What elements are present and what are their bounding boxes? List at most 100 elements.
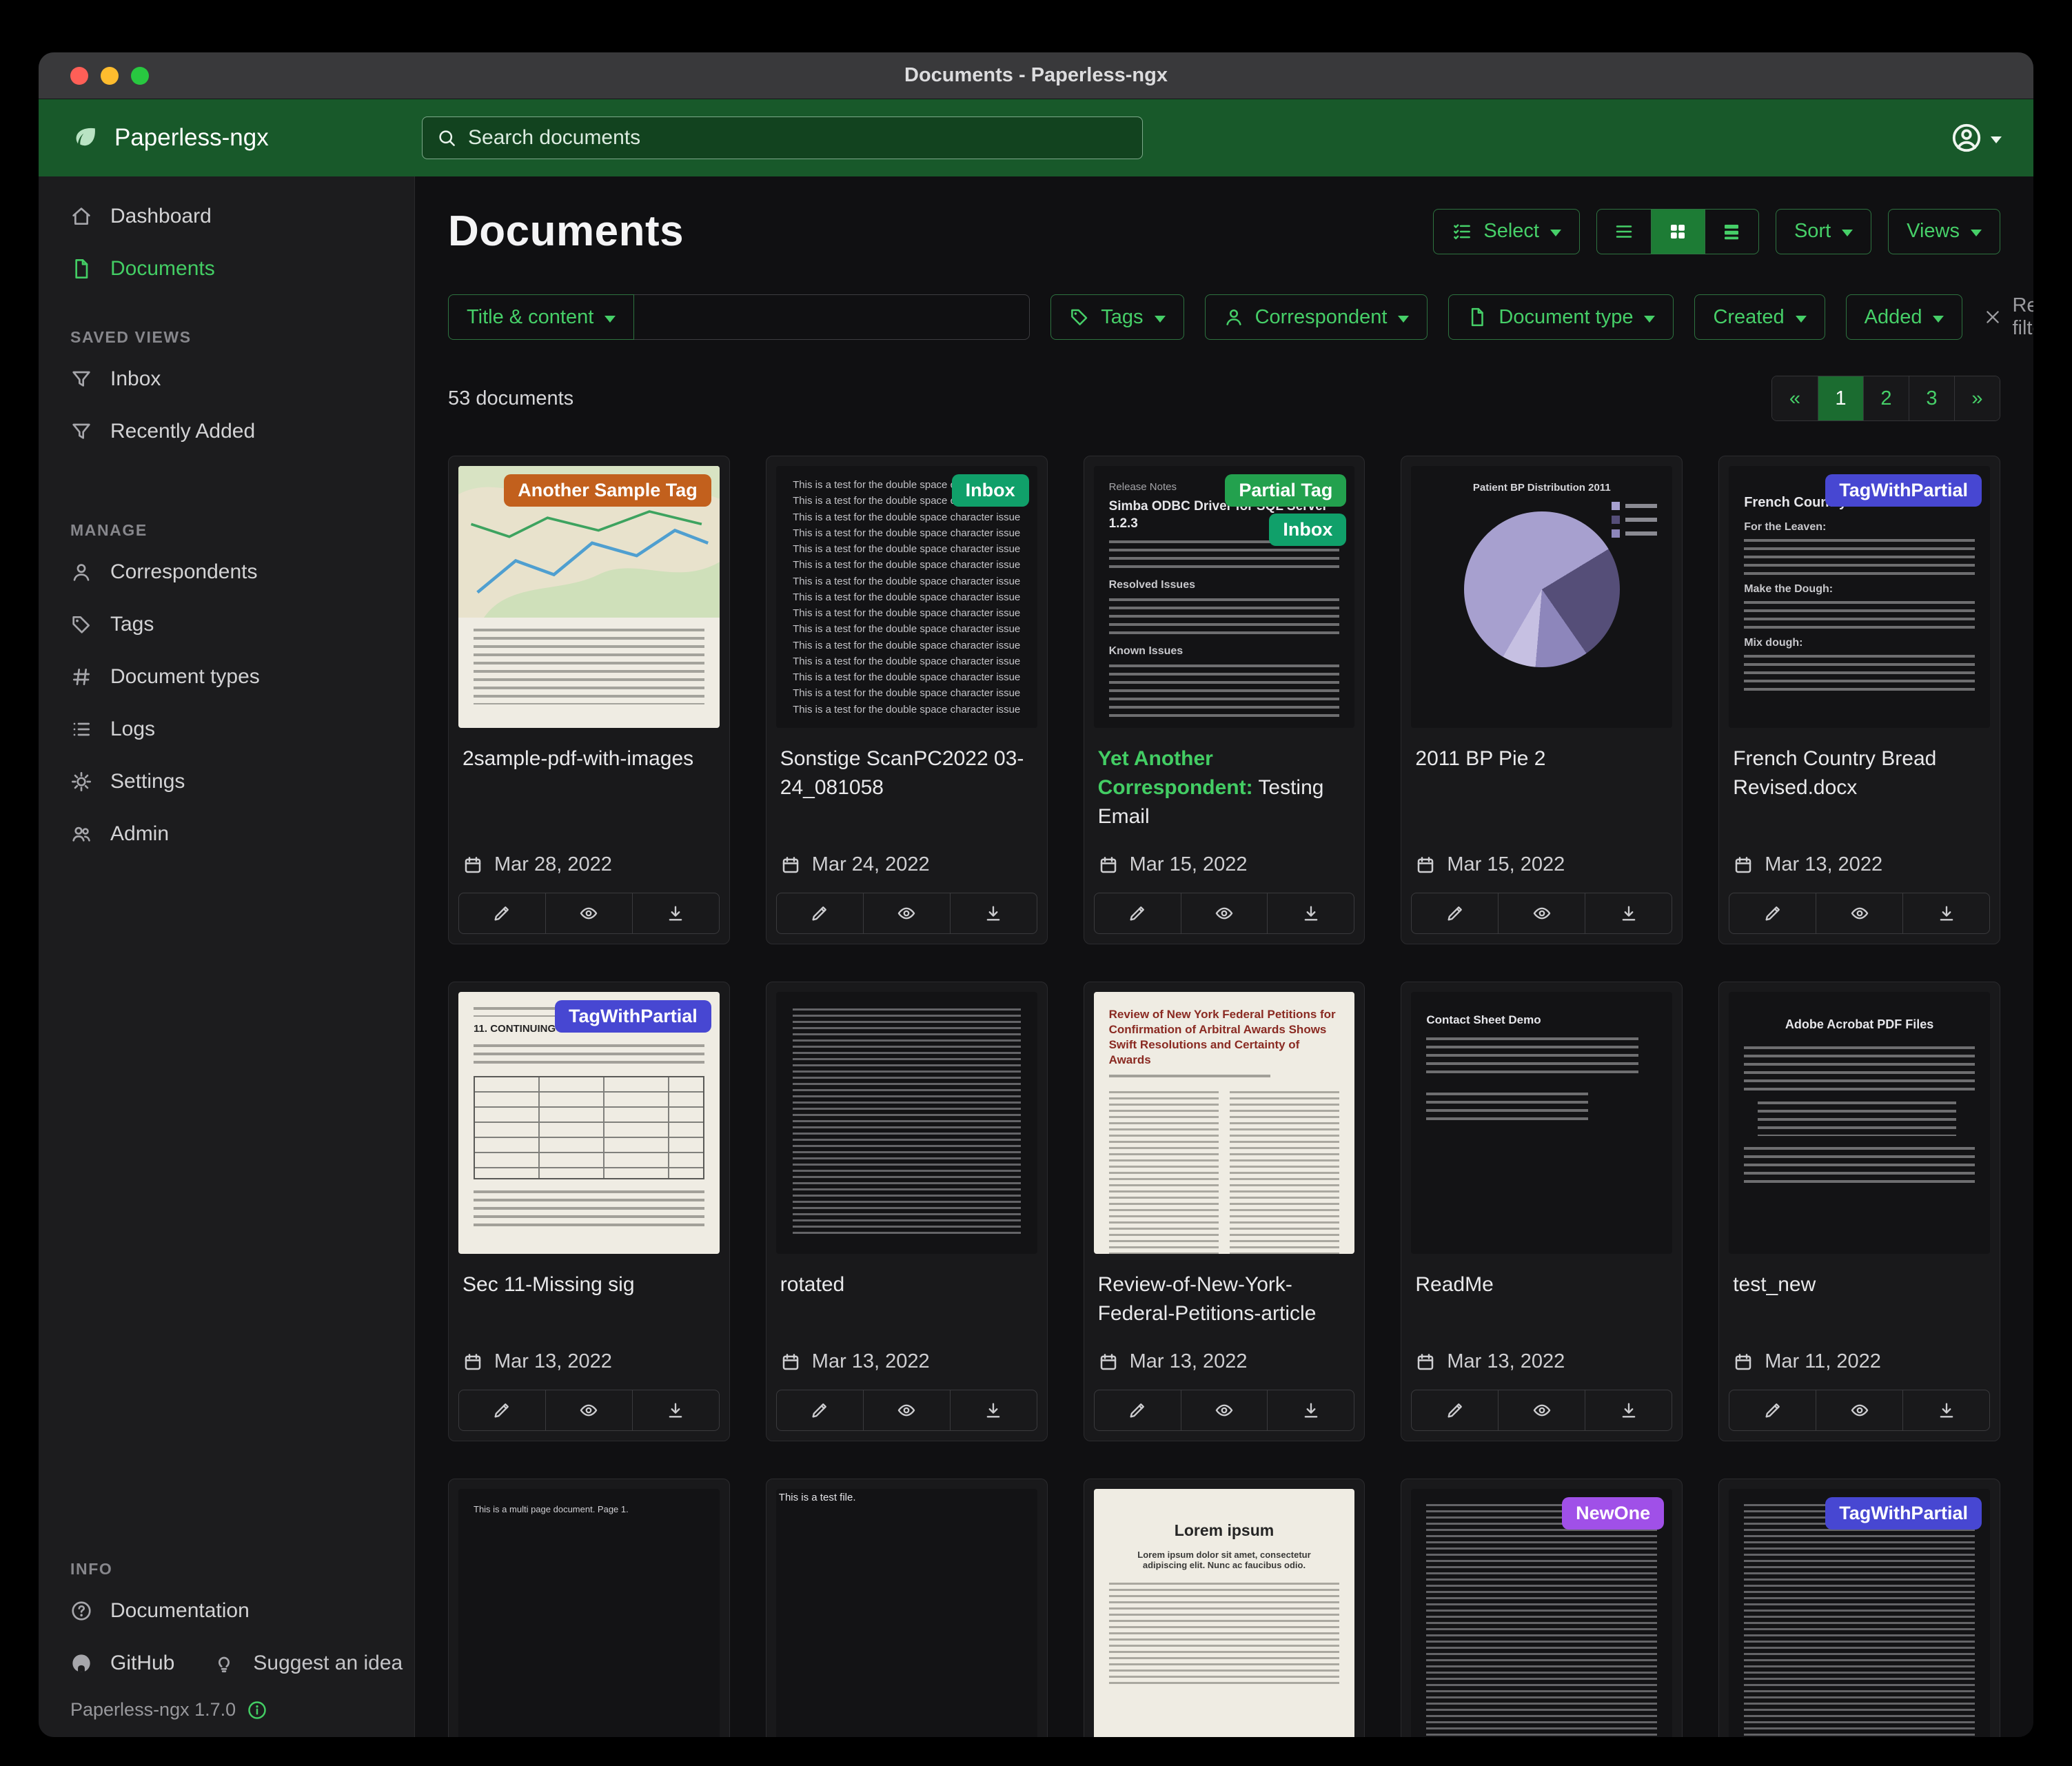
brand[interactable]: Paperless-ngx (39, 123, 415, 153)
document-thumbnail[interactable]: TagWithPartial (1729, 1489, 1990, 1737)
sidebar-item-inbox[interactable]: Inbox (39, 353, 414, 405)
tag-badge[interactable]: Another Sample Tag (504, 474, 711, 507)
document-thumbnail[interactable]: Contact Sheet Demo (1411, 992, 1672, 1254)
sidebar-item-documents[interactable]: Documents (39, 243, 414, 295)
sidebar-item-documentation[interactable]: Documentation (39, 1585, 414, 1637)
document-thumbnail[interactable]: Patient BP Distribution 2011 (1411, 466, 1672, 728)
sort-button[interactable]: Sort (1776, 209, 1871, 254)
view-button[interactable] (1498, 1390, 1585, 1430)
document-thumbnail[interactable]: Release Notes Simba ODBC Driver for SQL … (1094, 466, 1355, 728)
view-button[interactable] (1816, 1390, 1902, 1430)
grid-view-button[interactable] (1651, 210, 1705, 254)
document-thumbnail[interactable] (776, 992, 1037, 1254)
tag-badge[interactable]: Partial Tag (1225, 474, 1346, 507)
document-thumbnail[interactable]: Lorem ipsum Lorem ipsum dolor sit amet, … (1094, 1489, 1355, 1737)
maximize-window-button[interactable] (131, 67, 149, 85)
download-button[interactable] (632, 1390, 719, 1430)
tag-badge[interactable]: TagWithPartial (555, 1000, 711, 1033)
document-thumbnail[interactable]: Adobe Acrobat PDF Files (1729, 992, 1990, 1254)
view-button[interactable] (1816, 893, 1902, 933)
views-button[interactable]: Views (1888, 209, 2000, 254)
next-page-button[interactable]: » (1954, 376, 2000, 420)
view-button[interactable] (1498, 893, 1585, 933)
correspondent-filter-button[interactable]: Correspondent (1205, 294, 1428, 340)
sidebar-item-suggest-idea[interactable]: Suggest an idea (206, 1637, 415, 1689)
tag-badge[interactable]: NewOne (1562, 1497, 1664, 1530)
reset-filters-button[interactable]: Reset filters (1983, 294, 2033, 340)
document-thumbnail[interactable]: NewOne (1411, 1489, 1672, 1737)
document-title[interactable]: 2011 BP Pie 2 (1401, 728, 1682, 779)
document-thumbnail[interactable]: This is a test for the double space char… (776, 466, 1037, 728)
edit-button[interactable] (1412, 893, 1498, 933)
document-title[interactable]: 2sample-pdf-with-images (449, 728, 729, 779)
document-title[interactable]: Yet Another Correspondent: Testing Email (1084, 728, 1365, 837)
download-button[interactable] (1585, 893, 1672, 933)
document-title[interactable]: rotated (766, 1254, 1047, 1305)
prev-page-button[interactable]: « (1772, 376, 1818, 420)
download-button[interactable] (1902, 893, 1989, 933)
sidebar-item-dashboard[interactable]: Dashboard (39, 190, 414, 243)
info-icon[interactable] (247, 1700, 267, 1721)
created-filter-button[interactable]: Created (1694, 294, 1825, 340)
document-title[interactable]: Review-of-New-York-Federal-Petitions-art… (1084, 1254, 1365, 1334)
sidebar-item-correspondents[interactable]: Correspondents (39, 546, 414, 598)
download-button[interactable] (950, 893, 1037, 933)
document-title[interactable]: Sonstige ScanPC2022 03-24_081058 (766, 728, 1047, 808)
edit-button[interactable] (777, 1390, 863, 1430)
filter-query-input[interactable] (634, 294, 1030, 340)
sidebar-item-document-types[interactable]: Document types (39, 651, 414, 703)
detail-view-button[interactable] (1705, 210, 1758, 254)
list-view-button[interactable] (1597, 210, 1651, 254)
document-thumbnail[interactable]: This is a multi page document. Page 1. (458, 1489, 720, 1737)
document-title[interactable]: test_new (1719, 1254, 2000, 1305)
download-button[interactable] (1267, 893, 1354, 933)
document-title[interactable]: French Country Bread Revised.docx (1719, 728, 2000, 808)
document-thumbnail[interactable]: 11. CONTINUING MEDICAL EDUCA TagWithPart… (458, 992, 720, 1254)
sidebar-item-tags[interactable]: Tags (39, 598, 414, 651)
download-button[interactable] (1902, 1390, 1989, 1430)
tag-badge[interactable]: Inbox (1269, 514, 1346, 546)
view-button[interactable] (1181, 893, 1268, 933)
search-input[interactable] (468, 126, 1128, 150)
edit-button[interactable] (1095, 893, 1181, 933)
download-button[interactable] (1267, 1390, 1354, 1430)
document-type-filter-button[interactable]: Document type (1448, 294, 1674, 340)
sidebar-item-github[interactable]: GitHub (39, 1637, 206, 1689)
edit-button[interactable] (1412, 1390, 1498, 1430)
view-button[interactable] (545, 893, 632, 933)
added-filter-button[interactable]: Added (1846, 294, 1963, 340)
view-button[interactable] (545, 1390, 632, 1430)
sidebar-item-logs[interactable]: Logs (39, 703, 414, 755)
download-button[interactable] (950, 1390, 1037, 1430)
document-thumbnail[interactable]: French Country Bread For the Leaven: Mak… (1729, 466, 1990, 728)
view-button[interactable] (1181, 1390, 1268, 1430)
page-button-2[interactable]: 2 (1863, 376, 1909, 420)
close-window-button[interactable] (70, 67, 88, 85)
view-button[interactable] (863, 1390, 950, 1430)
edit-button[interactable] (1095, 1390, 1181, 1430)
user-menu[interactable] (1951, 122, 2002, 154)
document-title[interactable]: Sec 11-Missing sig (449, 1254, 729, 1305)
tags-filter-button[interactable]: Tags (1050, 294, 1184, 340)
tag-badge[interactable]: Inbox (952, 474, 1029, 507)
document-thumbnail[interactable]: Another Sample Tag (458, 466, 720, 728)
sidebar-item-recently-added[interactable]: Recently Added (39, 405, 414, 458)
sidebar-item-admin[interactable]: Admin (39, 808, 414, 860)
select-button[interactable]: Select (1433, 209, 1580, 254)
view-button[interactable] (863, 893, 950, 933)
download-button[interactable] (632, 893, 719, 933)
sidebar-item-settings[interactable]: Settings (39, 755, 414, 808)
edit-button[interactable] (1729, 893, 1816, 933)
tag-badge[interactable]: TagWithPartial (1825, 1497, 1982, 1530)
tag-badge[interactable]: TagWithPartial (1825, 474, 1982, 507)
edit-button[interactable] (459, 1390, 545, 1430)
correspondent-link[interactable]: Yet Another Correspondent: (1098, 747, 1253, 799)
document-thumbnail[interactable]: This is a test file. (776, 1489, 1037, 1737)
edit-button[interactable] (459, 893, 545, 933)
page-button-1[interactable]: 1 (1818, 376, 1863, 420)
page-button-3[interactable]: 3 (1909, 376, 1954, 420)
filter-field-selector[interactable]: Title & content (448, 294, 634, 340)
document-title[interactable]: ReadMe (1401, 1254, 1682, 1305)
edit-button[interactable] (777, 893, 863, 933)
download-button[interactable] (1585, 1390, 1672, 1430)
